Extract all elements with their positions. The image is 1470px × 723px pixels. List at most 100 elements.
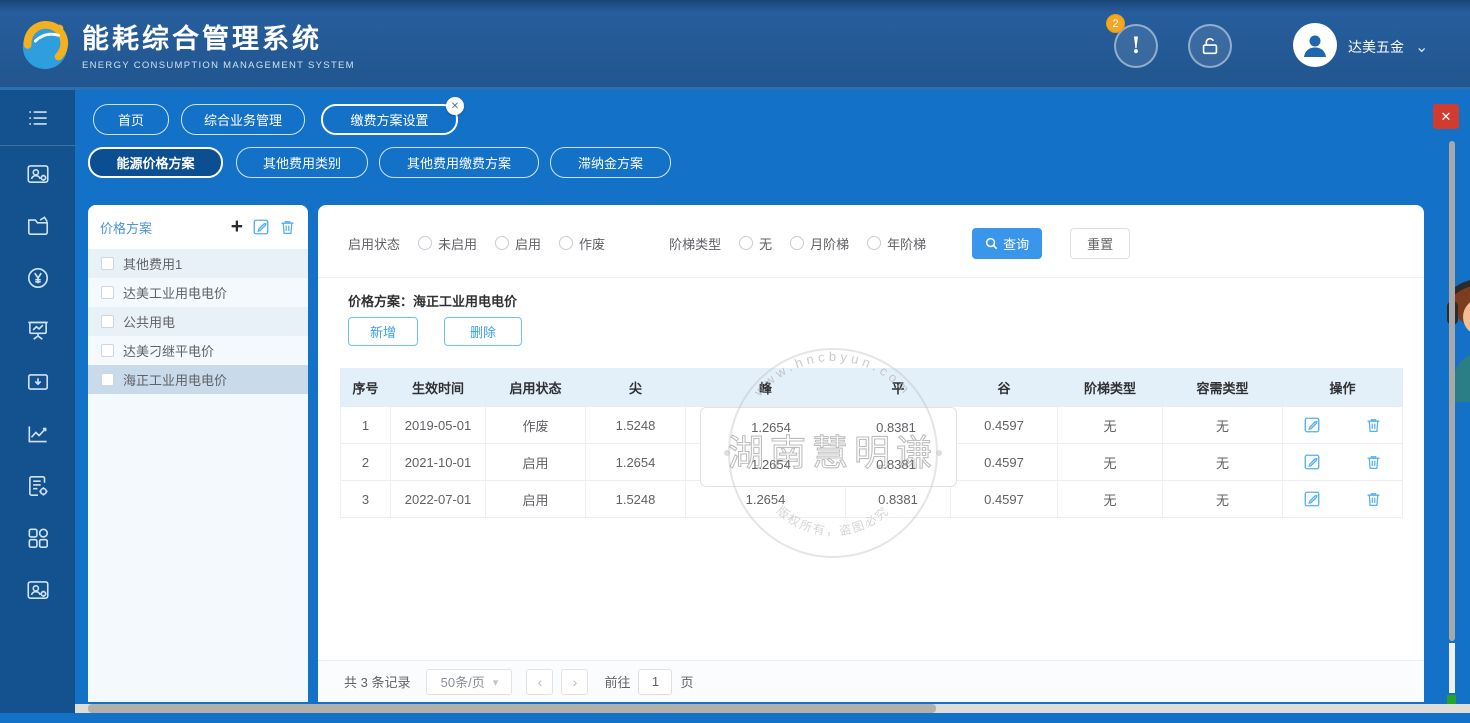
col-effective-date: 生效时间 (391, 369, 486, 407)
delete-row-icon[interactable] (1365, 490, 1382, 508)
currency-yen-icon[interactable] (0, 252, 75, 304)
alert-count-badge: 2 (1106, 14, 1125, 33)
plan-checkbox[interactable] (101, 315, 114, 328)
radio-label[interactable]: 年阶梯 (887, 234, 926, 253)
grid-icon[interactable] (0, 512, 75, 564)
tab-business-management[interactable]: 综合业务管理 (181, 104, 305, 135)
delete-button[interactable]: 删除 (444, 317, 522, 346)
plan-list-item[interactable]: 达美工业用电电价 (88, 278, 308, 307)
exclamation-glyph: ! (1131, 33, 1141, 59)
horizontal-scrollbar-thumb[interactable] (88, 704, 936, 713)
search-icon (985, 237, 998, 250)
vertical-scrollbar[interactable] (1449, 141, 1455, 641)
subtab-late-fee-plan[interactable]: 滞纳金方案 (550, 147, 671, 178)
close-page-button[interactable] (1433, 104, 1459, 129)
pagination-bar: 共 3 条记录 50条/页 ‹ › 前往 页 (318, 660, 1424, 702)
next-page-button[interactable]: › (561, 669, 588, 695)
folder-icon[interactable] (0, 200, 75, 252)
plan-list-item-selected[interactable]: 海正工业用电电价 (88, 365, 308, 394)
presentation-chart-icon[interactable] (0, 304, 75, 356)
chevron-down-icon[interactable] (1415, 37, 1428, 57)
tier-filter-label: 阶梯类型 (669, 234, 721, 253)
document-gear-icon[interactable] (0, 460, 75, 512)
tab-business-label: 综合业务管理 (204, 110, 282, 129)
content-panel: 启用状态 未启用 启用 作废 阶梯类型 无 月阶梯 年阶梯 查询 重置 价格方案… (318, 205, 1424, 702)
delete-row-icon[interactable] (1365, 453, 1382, 471)
filter-row: 启用状态 未启用 启用 作废 阶梯类型 无 月阶梯 年阶梯 查询 重置 (348, 227, 1130, 259)
prev-page-button[interactable]: ‹ (526, 669, 553, 695)
app-title: 能耗综合管理系统 (82, 17, 355, 56)
tab-payment-plan-settings[interactable]: 缴费方案设置 (321, 104, 458, 135)
menu-icon[interactable] (0, 90, 75, 146)
delete-row-icon[interactable] (1365, 416, 1382, 434)
user-name[interactable]: 达美五金 (1348, 37, 1404, 57)
col-tier-type: 阶梯类型 (1058, 369, 1163, 407)
tab-payment-label: 缴费方案设置 (350, 110, 428, 129)
record-count: 共 3 条记录 (344, 672, 410, 691)
add-button[interactable]: 新增 (348, 317, 418, 346)
add-button-label: 新增 (370, 322, 396, 341)
col-index: 序号 (341, 369, 391, 407)
app-header: 能耗综合管理系统 ENERGY CONSUMPTION MANAGEMENT S… (0, 0, 1470, 90)
page-number-input[interactable] (638, 669, 672, 695)
radio-status-enabled[interactable] (495, 236, 509, 250)
col-capacity-type: 容需类型 (1163, 369, 1283, 407)
edit-row-icon[interactable] (1303, 453, 1321, 471)
plan-list-item[interactable]: 其他费用1 (88, 249, 308, 278)
plan-list-item[interactable]: 公共用电 (88, 307, 308, 336)
folder-download-icon[interactable] (0, 356, 75, 408)
radio-status-not-enabled[interactable] (418, 236, 432, 250)
plan-item-label: 其他费用1 (123, 254, 182, 273)
user-avatar[interactable] (1293, 23, 1337, 67)
plan-checkbox[interactable] (101, 344, 114, 357)
search-button[interactable]: 查询 (972, 228, 1042, 259)
edit-row-icon[interactable] (1303, 490, 1321, 508)
tab-home[interactable]: 首页 (93, 104, 169, 135)
subtab-other-fee-category[interactable]: 其他费用类别 (236, 147, 368, 178)
delete-plan-icon[interactable] (279, 218, 296, 236)
subtab-other-fee-payment-plan[interactable]: 其他费用缴费方案 (379, 147, 539, 178)
radio-tier-monthly[interactable] (790, 236, 804, 250)
tab-close-icon[interactable] (446, 97, 464, 115)
user-gear-icon-2[interactable] (0, 564, 75, 616)
subtab-other-fee-category-label: 其他费用类别 (263, 153, 341, 172)
radio-tier-none[interactable] (739, 236, 753, 250)
edit-plan-icon[interactable] (252, 218, 270, 236)
edit-row-icon[interactable] (1303, 416, 1321, 434)
chevron-down-icon (493, 674, 499, 689)
brand-block: 能耗综合管理系统 ENERGY CONSUMPTION MANAGEMENT S… (82, 17, 355, 71)
vertical-scrollbar-track[interactable] (1449, 643, 1455, 693)
price-plan-panel-header: 价格方案 (88, 205, 308, 249)
subtab-energy-price-plan[interactable]: 能源价格方案 (88, 147, 223, 178)
radio-label[interactable]: 无 (759, 234, 772, 253)
plan-item-label: 海正工业用电电价 (123, 370, 227, 389)
horizontal-scrollbar-track[interactable] (75, 704, 1470, 713)
plan-checkbox[interactable] (101, 373, 114, 386)
support-mascot[interactable] (1444, 277, 1470, 402)
goto-label: 前往 (604, 672, 630, 691)
table-header-row: 序号 生效时间 启用状态 尖 峰 平 谷 阶梯类型 容需类型 操作 (341, 369, 1403, 407)
page-unit-label: 页 (680, 672, 693, 691)
add-plan-icon[interactable] (231, 218, 243, 236)
user-gear-icon[interactable] (0, 148, 75, 200)
col-valley: 谷 (951, 369, 1058, 407)
lock-icon[interactable] (1188, 24, 1232, 68)
radio-status-voided[interactable] (559, 236, 573, 250)
radio-label[interactable]: 未启用 (438, 234, 477, 253)
col-operations: 操作 (1283, 369, 1403, 407)
page-size-select[interactable]: 50条/页 (426, 669, 512, 695)
radio-label[interactable]: 启用 (515, 234, 541, 253)
radio-tier-yearly[interactable] (867, 236, 881, 250)
price-plan-title: 价格方案 (100, 218, 222, 237)
line-chart-icon[interactable] (0, 408, 75, 460)
plan-checkbox[interactable] (101, 286, 114, 299)
plan-checkbox[interactable] (101, 257, 114, 270)
price-plan-list: 其他费用1 达美工业用电电价 公共用电 达美刁继平电价 海正工业用电电价 (88, 249, 308, 702)
radio-label[interactable]: 月阶梯 (810, 234, 849, 253)
plan-list-item[interactable]: 达美刁继平电价 (88, 336, 308, 365)
radio-label[interactable]: 作废 (579, 234, 605, 253)
current-plan-value: 海正工业用电电价 (413, 294, 517, 309)
plan-item-label: 达美工业用电电价 (123, 283, 227, 302)
reset-button[interactable]: 重置 (1070, 228, 1130, 259)
table-row: 3 2022-07-01 启用 1.5248 1.2654 0.8381 0.4… (341, 481, 1403, 518)
